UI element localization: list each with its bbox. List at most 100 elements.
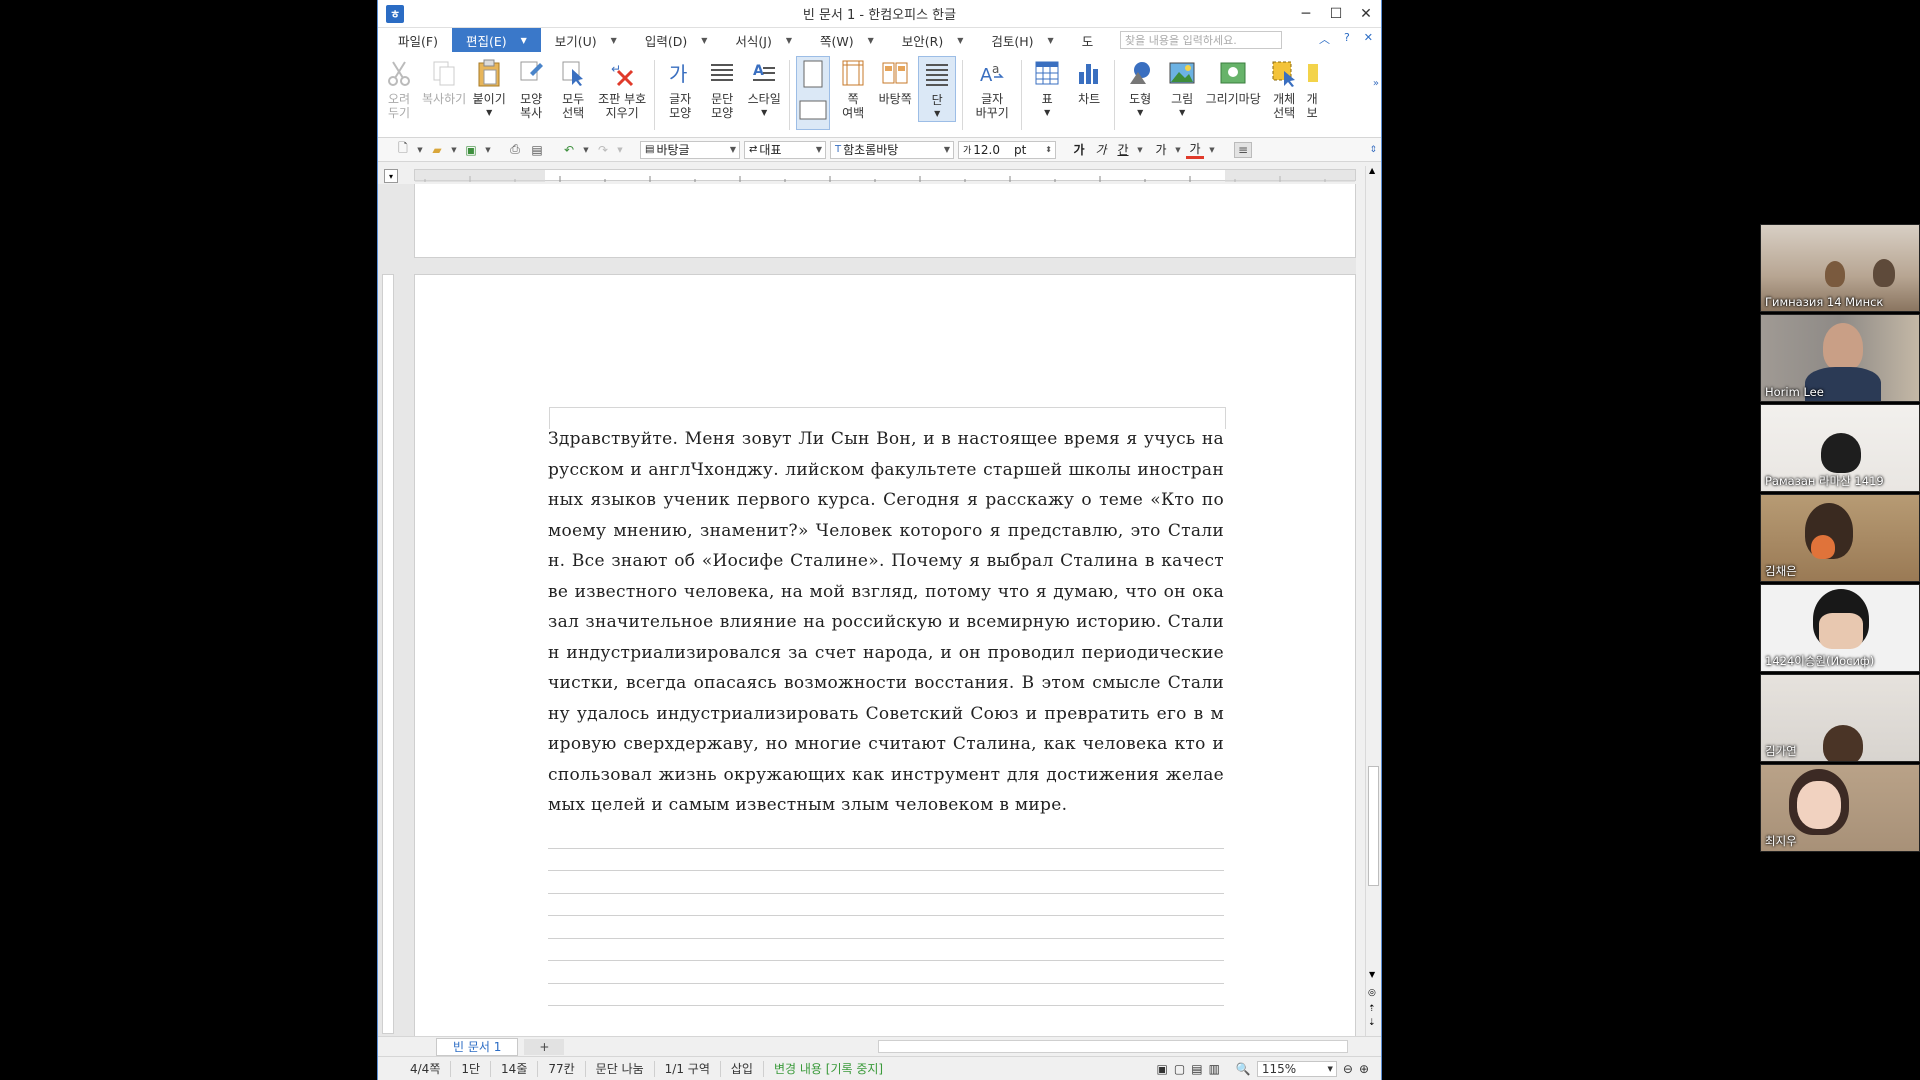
tab-stop-icon[interactable]: ▾: [384, 169, 398, 183]
paste-button[interactable]: 붙이기 ▼: [470, 56, 508, 120]
chevron-down-icon[interactable]: ▼: [1136, 142, 1144, 158]
zoom-select[interactable]: 115% ▼: [1256, 1060, 1337, 1077]
view-normal-icon[interactable]: ▣: [1157, 1062, 1168, 1076]
style-button[interactable]: A 스타일 ▼: [745, 56, 783, 120]
participant-tile[interactable]: 김채은: [1760, 494, 1920, 582]
menu-view[interactable]: 보기(U) ▼: [541, 28, 631, 52]
chevron-down-icon[interactable]: ▼: [934, 107, 940, 121]
chevron-down-icon[interactable]: ▼: [1179, 106, 1185, 120]
view-outline-icon[interactable]: ▥: [1209, 1062, 1220, 1076]
font-color-button[interactable]: 가: [1186, 141, 1204, 159]
open-folder-icon[interactable]: ▰: [428, 142, 446, 158]
chevron-down-icon[interactable]: ▼: [1044, 106, 1050, 120]
align-justify-icon[interactable]: ≡: [1234, 141, 1252, 158]
redo-icon[interactable]: ↷: [594, 142, 612, 158]
menu-tools[interactable]: 도: [1068, 28, 1108, 52]
toolbar-expand-icon[interactable]: ⇕: [1369, 145, 1377, 155]
char-shape-button[interactable]: 가 글자 모양: [661, 56, 699, 120]
scroll-down-icon[interactable]: ▼: [1369, 970, 1375, 979]
background-page-button[interactable]: 바탕쪽: [876, 56, 914, 106]
participant-tile[interactable]: Horim Lee: [1760, 314, 1920, 402]
strike-button[interactable]: 가: [1152, 142, 1170, 158]
underline-button[interactable]: 간: [1114, 142, 1132, 158]
page-orient-button[interactable]: [796, 56, 831, 130]
menu-file[interactable]: 파일(F): [384, 28, 452, 52]
participant-tile[interactable]: Рамазан 라마산 1419: [1760, 404, 1920, 492]
font-size-input[interactable]: 가 12.0 pt ⬍: [958, 140, 1056, 159]
prev-page-icon[interactable]: ⇡: [1368, 1004, 1376, 1014]
menu-edit[interactable]: 편집(E) ▼: [451, 28, 541, 52]
italic-button[interactable]: 가: [1092, 142, 1110, 158]
chevron-down-icon[interactable]: ▼: [521, 36, 527, 45]
ribbon-expand-icon[interactable]: »: [1373, 78, 1379, 89]
menu-security[interactable]: 보안(R) ▼: [888, 28, 978, 52]
save-icon[interactable]: ▣: [462, 142, 480, 158]
close-doc-icon[interactable]: ✕: [1364, 31, 1373, 47]
chevron-down-icon[interactable]: ▼: [1137, 106, 1143, 120]
cut-button[interactable]: 오려 두기: [380, 56, 418, 120]
chevron-down-icon[interactable]: ▼: [416, 142, 424, 158]
chevron-down-icon[interactable]: ▼: [484, 142, 492, 158]
next-page-icon[interactable]: ⇣: [1368, 1018, 1376, 1028]
horizontal-scrollbar[interactable]: [878, 1040, 1348, 1053]
menu-page[interactable]: 쪽(W) ▼: [806, 28, 888, 52]
chevron-down-icon[interactable]: ▼: [761, 106, 767, 120]
page-select-icon[interactable]: ◎: [1368, 988, 1376, 998]
vertical-scrollbar[interactable]: ▲ ▼ ◎ ⇡ ⇣: [1365, 166, 1381, 1036]
bold-button[interactable]: 가: [1070, 142, 1088, 158]
format-copy-button[interactable]: 모양 복사: [512, 56, 550, 120]
zoom-in-icon[interactable]: ⊕: [1359, 1062, 1369, 1076]
print-icon[interactable]: ⎙: [506, 142, 524, 158]
vertical-ruler[interactable]: [382, 274, 394, 1034]
menu-review[interactable]: 검토(H) ▼: [977, 28, 1067, 52]
column-button[interactable]: 단 ▼: [918, 56, 957, 122]
picture-button[interactable]: 그림 ▼: [1163, 56, 1201, 120]
participant-tile[interactable]: Гимназия 14 Минск: [1760, 224, 1920, 312]
erase-marks-button[interactable]: ↵ 조판 부호 지우기: [596, 56, 648, 120]
chevron-down-icon[interactable]: ▼: [582, 142, 590, 158]
print-preview-icon[interactable]: ▤: [528, 142, 546, 158]
page-landscape-icon[interactable]: [797, 93, 829, 127]
drawing-button[interactable]: 그리기마당: [1205, 56, 1261, 106]
menu-insert[interactable]: 입력(D) ▼: [631, 28, 722, 52]
search-input[interactable]: 찾을 내용을 입력하세요.: [1120, 31, 1282, 49]
tab-document-1[interactable]: 빈 문서 1: [436, 1037, 519, 1056]
para-shape-button[interactable]: 문단 모양: [703, 56, 741, 120]
copy-button[interactable]: 복사하기: [422, 56, 466, 106]
add-tab-button[interactable]: +: [524, 1038, 565, 1055]
more-button[interactable]: 개 보: [1305, 56, 1319, 120]
document-body-text[interactable]: Здравствуйте. Меня зовут Ли Сын Вон, и в…: [548, 424, 1224, 821]
new-doc-icon[interactable]: 🗋: [394, 141, 412, 158]
page-margin-button[interactable]: 쪽 여백: [834, 56, 872, 120]
status-page[interactable]: 4/4쪽: [378, 1060, 452, 1077]
participant-tile[interactable]: 1424이승원(Иосиф): [1760, 584, 1920, 672]
zoom-icon[interactable]: 🔍: [1236, 1062, 1251, 1076]
chevron-down-icon[interactable]: ▼: [616, 142, 624, 158]
ruler-track[interactable]: [414, 169, 1356, 182]
undo-icon[interactable]: ↶: [560, 142, 578, 158]
table-button[interactable]: 표 ▼: [1028, 56, 1066, 120]
scroll-thumb[interactable]: [1368, 766, 1379, 886]
participant-tile[interactable]: 김가연: [1760, 674, 1920, 762]
chevron-down-icon[interactable]: ▼: [486, 106, 492, 120]
chevron-down-icon[interactable]: ▼: [1174, 142, 1182, 158]
chevron-down-icon[interactable]: ▼: [1208, 142, 1216, 158]
status-track-changes[interactable]: 변경 내용 [기록 중지]: [764, 1061, 893, 1077]
participant-tile[interactable]: 최지우: [1760, 764, 1920, 852]
chart-button[interactable]: 차트: [1070, 56, 1108, 106]
scroll-up-icon[interactable]: ▲: [1369, 166, 1375, 175]
select-all-button[interactable]: 모두 선택: [554, 56, 592, 120]
chevron-down-icon[interactable]: ▼: [450, 142, 458, 158]
shape-button[interactable]: 도형 ▼: [1121, 56, 1159, 120]
collapse-ribbon-icon[interactable]: ︿: [1319, 31, 1330, 47]
help-icon[interactable]: ?: [1344, 31, 1350, 47]
document-canvas[interactable]: Здравствуйте. Меня зовут Ли Сын Вон, и в…: [378, 184, 1356, 1036]
zoom-out-icon[interactable]: ⊖: [1343, 1062, 1353, 1076]
replace-button[interactable]: Aa 글자 바꾸기: [969, 56, 1015, 120]
hwp-logo-icon[interactable]: ㅎ: [386, 4, 404, 23]
minimize-button[interactable]: ─: [1291, 0, 1321, 27]
maximize-button[interactable]: ☐: [1321, 0, 1351, 27]
menu-format[interactable]: 서식(J) ▼: [721, 28, 806, 52]
view-web-icon[interactable]: ▤: [1191, 1062, 1202, 1076]
close-button[interactable]: ✕: [1351, 0, 1381, 27]
